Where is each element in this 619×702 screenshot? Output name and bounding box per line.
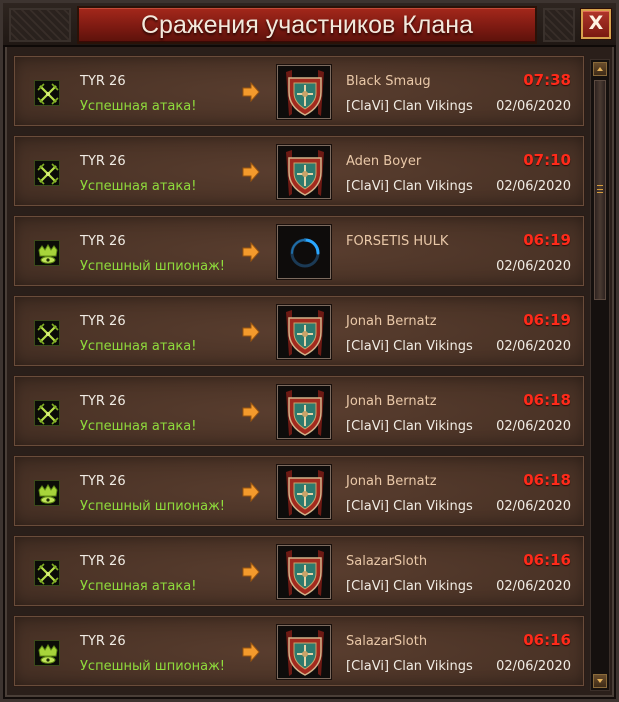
battle-date: 02/06/2020 <box>496 339 571 354</box>
target-name[interactable]: Jonah Bernatz <box>346 394 437 409</box>
battle-date: 02/06/2020 <box>496 259 571 274</box>
crossed-swords-icon <box>34 80 60 106</box>
clan-shield-icon[interactable] <box>277 305 331 359</box>
attacker-name[interactable]: TYR 26 <box>80 554 126 569</box>
clan-shield-icon[interactable] <box>277 545 331 599</box>
arrow-right-icon <box>242 322 260 342</box>
battle-time: 07:10 <box>523 151 571 169</box>
battle-result: Успешная атака! <box>80 339 197 354</box>
spy-helmet-icon <box>34 240 60 266</box>
title-bar: Сражения участников Клана X <box>3 3 616 47</box>
battle-result: Успешный шпионаж! <box>80 499 225 514</box>
arrow-right-icon <box>242 242 260 262</box>
close-button[interactable]: X <box>581 9 611 39</box>
title-plate: Сражения участников Клана <box>77 6 537 44</box>
battle-result: Успешный шпионаж! <box>80 659 225 674</box>
battle-time: 06:16 <box>523 551 571 569</box>
battle-result: Успешная атака! <box>80 579 197 594</box>
target-clan[interactable]: [ClaVi] Clan Vikings <box>346 179 473 194</box>
attacker-name[interactable]: TYR 26 <box>80 74 126 89</box>
battle-result: Успешная атака! <box>80 419 197 434</box>
scroll-up-button[interactable] <box>593 62 607 76</box>
attacker-name[interactable]: TYR 26 <box>80 314 126 329</box>
battle-date: 02/06/2020 <box>496 99 571 114</box>
clan-shield-icon[interactable] <box>277 65 331 119</box>
target-clan[interactable]: [ClaVi] Clan Vikings <box>346 99 473 114</box>
crossed-swords-icon <box>34 560 60 586</box>
scroll-down-button[interactable] <box>593 674 607 688</box>
attacker-name[interactable]: TYR 26 <box>80 234 126 249</box>
battle-time: 06:19 <box>523 311 571 329</box>
target-name[interactable]: Jonah Bernatz <box>346 314 437 329</box>
loading-spinner-icon[interactable] <box>277 225 331 279</box>
target-name[interactable]: Black Smaug <box>346 74 431 89</box>
target-clan[interactable]: [ClaVi] Clan Vikings <box>346 579 473 594</box>
target-name[interactable]: Jonah Bernatz <box>346 474 437 489</box>
battle-date: 02/06/2020 <box>496 179 571 194</box>
clan-shield-icon[interactable] <box>277 385 331 439</box>
arrow-right-icon <box>242 482 260 502</box>
clan-battles-window: Сражения участников Клана X TYR 26 Успеш… <box>0 0 619 702</box>
arrow-right-icon <box>242 562 260 582</box>
battle-result: Успешная атака! <box>80 99 197 114</box>
spy-helmet-icon <box>34 480 60 506</box>
arrow-right-icon <box>242 402 260 422</box>
arrow-right-icon <box>242 162 260 182</box>
battle-row[interactable]: TYR 26 Успешный шпионаж! FORSETIS HULK 0… <box>13 215 585 287</box>
battle-row[interactable]: TYR 26 Успешная атака! SalazarSloth [Cla… <box>13 535 585 607</box>
target-name[interactable]: FORSETIS HULK <box>346 234 448 249</box>
scrollbar[interactable] <box>590 59 610 691</box>
spy-helmet-icon <box>34 640 60 666</box>
attacker-name[interactable]: TYR 26 <box>80 474 126 489</box>
celtic-knot-ornament-right <box>543 8 575 42</box>
battle-list: TYR 26 Успешная атака! Black Smaug [ClaV… <box>10 51 585 699</box>
battle-time: 07:38 <box>523 71 571 89</box>
battle-result: Успешная атака! <box>80 179 197 194</box>
target-clan[interactable]: [ClaVi] Clan Vikings <box>346 419 473 434</box>
scroll-thumb[interactable] <box>594 80 606 300</box>
battle-row[interactable]: TYR 26 Успешная атака! Jonah Bernatz [Cl… <box>13 375 585 447</box>
battle-row[interactable]: TYR 26 Успешная атака! Jonah Bernatz [Cl… <box>13 295 585 367</box>
crossed-swords-icon <box>34 160 60 186</box>
celtic-knot-ornament-left <box>9 8 71 42</box>
attacker-name[interactable]: TYR 26 <box>80 154 126 169</box>
attacker-name[interactable]: TYR 26 <box>80 634 126 649</box>
battle-time: 06:18 <box>523 471 571 489</box>
target-name[interactable]: SalazarSloth <box>346 634 427 649</box>
crossed-swords-icon <box>34 320 60 346</box>
attacker-name[interactable]: TYR 26 <box>80 394 126 409</box>
scroll-grip-icon <box>597 185 603 193</box>
arrow-right-icon <box>242 82 260 102</box>
battle-result: Успешный шпионаж! <box>80 259 225 274</box>
battle-time: 06:18 <box>523 391 571 409</box>
clan-shield-icon[interactable] <box>277 465 331 519</box>
crossed-swords-icon <box>34 400 60 426</box>
target-name[interactable]: Aden Boyer <box>346 154 421 169</box>
battle-date: 02/06/2020 <box>496 579 571 594</box>
battle-time: 06:16 <box>523 631 571 649</box>
battle-date: 02/06/2020 <box>496 419 571 434</box>
window-title: Сражения участников Клана <box>140 11 473 39</box>
battle-row[interactable]: TYR 26 Успешная атака! Aden Boyer [ClaVi… <box>13 135 585 207</box>
battle-date: 02/06/2020 <box>496 659 571 674</box>
clan-shield-icon[interactable] <box>277 625 331 679</box>
battle-row[interactable]: TYR 26 Успешный шпионаж! Jonah Bernatz [… <box>13 455 585 527</box>
arrow-right-icon <box>242 642 260 662</box>
target-clan[interactable]: [ClaVi] Clan Vikings <box>346 659 473 674</box>
target-name[interactable]: SalazarSloth <box>346 554 427 569</box>
target-clan[interactable]: [ClaVi] Clan Vikings <box>346 339 473 354</box>
battle-time: 06:19 <box>523 231 571 249</box>
battle-row[interactable]: TYR 26 Успешная атака! Black Smaug [ClaV… <box>13 55 585 127</box>
battle-date: 02/06/2020 <box>496 499 571 514</box>
clan-shield-icon[interactable] <box>277 145 331 199</box>
battle-row[interactable]: TYR 26 Успешный шпионаж! SalazarSloth [C… <box>13 615 585 687</box>
target-clan[interactable]: [ClaVi] Clan Vikings <box>346 499 473 514</box>
